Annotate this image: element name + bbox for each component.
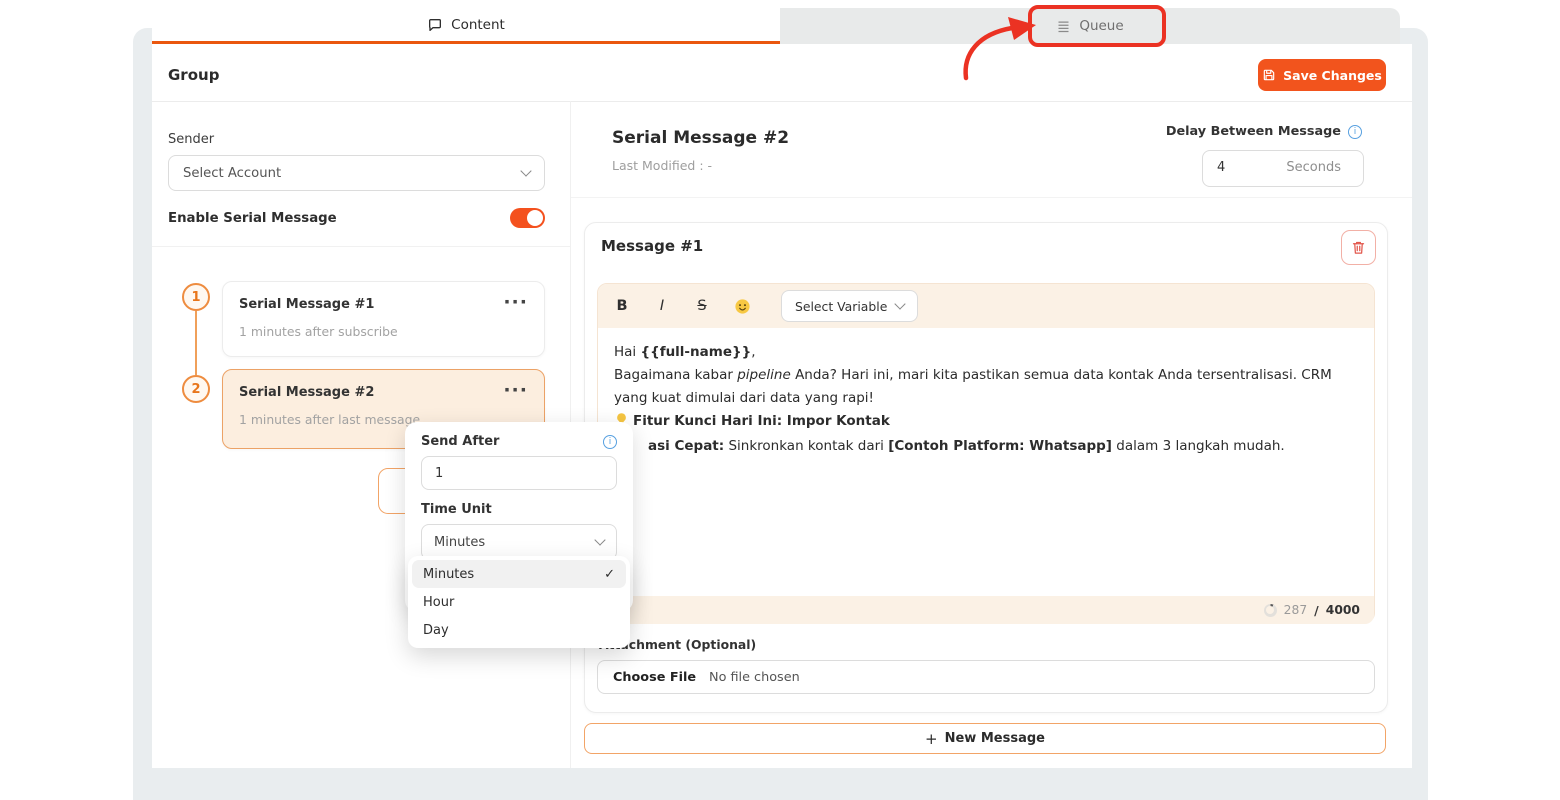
- annotation-highlight-box: [1028, 5, 1166, 47]
- sender-account-select[interactable]: Select Account: [168, 155, 545, 191]
- serial-message-item-1[interactable]: Serial Message #1 1 minutes after subscr…: [222, 281, 545, 357]
- info-icon[interactable]: [603, 435, 617, 449]
- chevron-down-icon: [895, 298, 906, 309]
- choose-file-button[interactable]: Choose File: [613, 670, 696, 685]
- more-options-icon[interactable]: [503, 297, 528, 312]
- option-label: Minutes: [423, 567, 474, 582]
- plus-icon: [925, 730, 938, 748]
- new-message-button[interactable]: New Message: [584, 723, 1386, 754]
- bold-button[interactable]: B: [614, 298, 630, 314]
- option-minutes[interactable]: Minutes: [412, 560, 626, 588]
- char-count-max: 4000: [1326, 603, 1360, 617]
- delay-unit-label: Seconds: [1286, 160, 1341, 175]
- editor-toolbar: B I S Select Variable: [598, 284, 1374, 328]
- serial-item-header: Serial Message #1: [239, 297, 528, 312]
- editor-footer: 287 / 4000: [598, 596, 1374, 624]
- italic-button[interactable]: I: [654, 298, 670, 314]
- send-after-label: Send After: [421, 434, 499, 449]
- chevron-down-icon: [594, 534, 605, 545]
- message-text-segment: asi Cepat:: [648, 438, 724, 454]
- char-count-separator: /: [1314, 603, 1319, 618]
- char-progress-ring: [1264, 604, 1277, 617]
- info-icon[interactable]: [1348, 125, 1362, 139]
- time-unit-options: Minutes Hour Day: [408, 556, 630, 648]
- chevron-down-icon: [520, 165, 531, 176]
- option-day[interactable]: Day: [412, 616, 626, 644]
- serial-item-header: Serial Message #2: [239, 385, 528, 400]
- left-section-divider: [152, 246, 570, 247]
- sender-select-value: Select Account: [183, 166, 281, 181]
- serial-item-title: Serial Message #2: [239, 385, 374, 400]
- tab-content[interactable]: Content: [152, 8, 780, 41]
- message-text-segment: Bagaimana kabar: [614, 367, 737, 383]
- time-unit-value: Minutes: [434, 535, 485, 550]
- message-text-segment: Fitur Kunci Hari Ini: Impor Kontak: [633, 413, 890, 429]
- emoji-button[interactable]: [734, 298, 751, 315]
- delay-between-message-label: Delay Between Message: [1166, 124, 1341, 139]
- save-button-label: Save Changes: [1283, 68, 1382, 83]
- message-editor: B I S Select Variable Hai {{full-name}},…: [597, 283, 1375, 623]
- enable-serial-row: Enable Serial Message: [168, 206, 545, 230]
- enable-serial-label: Enable Serial Message: [168, 211, 337, 226]
- message-text-segment: [Contoh Platform: Whatsapp]: [888, 438, 1112, 454]
- send-after-input[interactable]: [421, 456, 617, 490]
- check-icon: [604, 567, 615, 582]
- last-modified-text: Last Modified : -: [612, 158, 712, 173]
- time-unit-select[interactable]: Minutes: [421, 524, 617, 560]
- delete-message-button[interactable]: [1341, 230, 1376, 265]
- message-body[interactable]: Hai {{full-name}},Bagaimana kabar pipeli…: [598, 328, 1374, 596]
- option-hour[interactable]: Hour: [412, 588, 626, 616]
- message-text-segment: Hai: [614, 344, 640, 360]
- app-canvas: Content Queue Group Save Changes Sender …: [0, 0, 1560, 800]
- message-card-title: Message #1: [601, 237, 703, 255]
- message-line: Bagaimana kabar pipeline Anda? Hari ini,…: [614, 364, 1358, 410]
- char-count-current: 287: [1284, 603, 1307, 617]
- annotation-arrow: [938, 12, 1048, 90]
- step-number-1: 1: [182, 283, 210, 311]
- message-text-segment: {{full-name}}: [640, 344, 751, 360]
- file-status-text: No file chosen: [709, 670, 800, 685]
- step-number-2: 2: [182, 375, 210, 403]
- message-text-segment: ,: [751, 344, 755, 360]
- save-changes-button[interactable]: Save Changes: [1258, 59, 1386, 91]
- select-variable-label: Select Variable: [795, 299, 887, 314]
- message-card: Message #1 B I S Select Variable Hai {{f…: [584, 222, 1388, 713]
- serial-item-title: Serial Message #1: [239, 297, 374, 312]
- detail-header-divider: [571, 197, 1412, 198]
- strikethrough-button[interactable]: S: [694, 298, 710, 314]
- option-label: Day: [423, 623, 449, 638]
- enable-serial-toggle[interactable]: [510, 208, 545, 228]
- file-input[interactable]: Choose File No file chosen: [597, 660, 1375, 694]
- save-icon: [1262, 68, 1276, 82]
- serial-item-subtitle: 1 minutes after subscribe: [239, 324, 528, 339]
- message-text-segment: pipeline: [737, 367, 791, 383]
- message-text-segment: dalam 3 langkah mudah.: [1112, 438, 1285, 454]
- toggle-knob: [527, 210, 543, 226]
- timeline-connector: [195, 311, 197, 375]
- select-variable-dropdown[interactable]: Select Variable: [781, 290, 918, 322]
- trash-icon: [1351, 240, 1366, 255]
- message-line: asi Cepat: Sinkronkan kontak dari [Conto…: [614, 435, 1358, 458]
- delay-input-box: Seconds: [1202, 150, 1364, 187]
- option-label: Hour: [423, 595, 454, 610]
- new-message-label: New Message: [945, 731, 1045, 746]
- page-title: Group: [168, 66, 219, 84]
- time-unit-label: Time Unit: [421, 502, 617, 517]
- message-line: Hai {{full-name}},: [614, 341, 1358, 364]
- popover-header: Send After: [421, 434, 617, 449]
- group-header: [152, 44, 1412, 102]
- detail-title: Serial Message #2: [612, 128, 789, 148]
- tab-content-label: Content: [451, 17, 505, 33]
- message-line: Fitur Kunci Hari Ini: Impor Kontak: [614, 410, 1358, 435]
- sender-label: Sender: [168, 132, 214, 147]
- delay-label-row: Delay Between Message: [1100, 124, 1362, 139]
- more-options-icon[interactable]: [503, 385, 528, 400]
- chat-bubble-icon: [427, 17, 443, 33]
- message-text-segment: Sinkronkan kontak dari: [724, 438, 888, 454]
